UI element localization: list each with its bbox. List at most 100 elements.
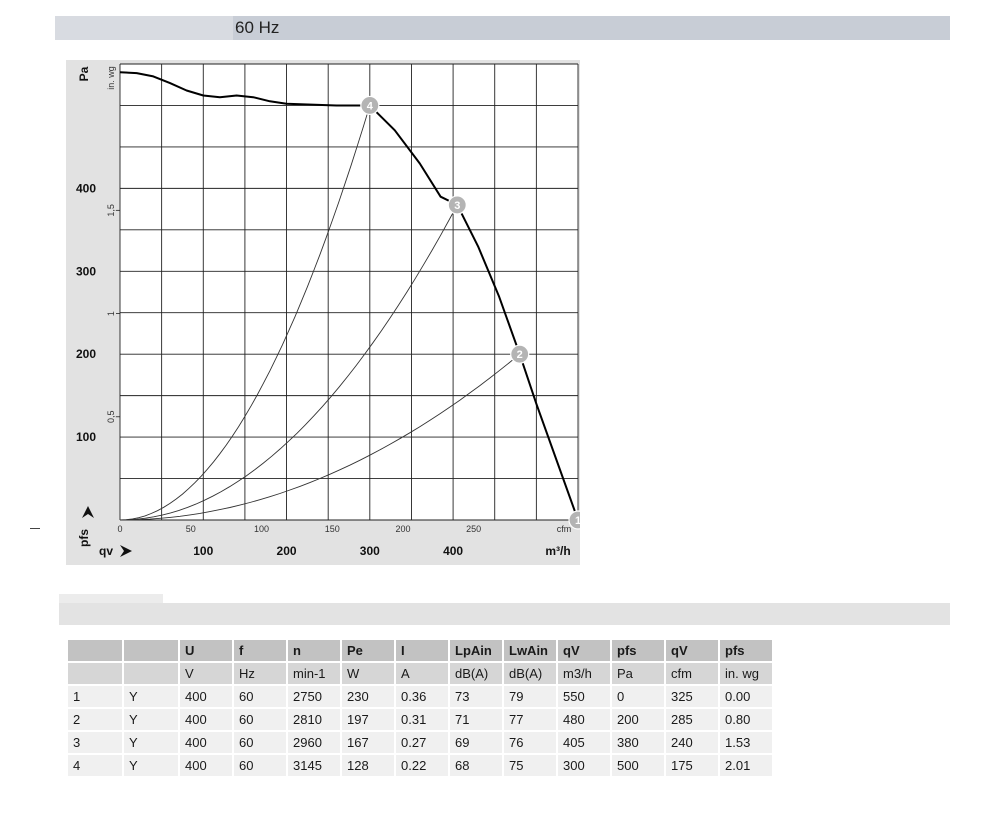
table-cell: 240 [666, 732, 718, 753]
table-cell: 0.27 [396, 732, 448, 753]
unit-cell: cfm [666, 663, 718, 684]
table-cell: 500 [612, 755, 664, 776]
operating-point-label: 1 [575, 515, 580, 527]
header-cell: pfs [612, 640, 664, 661]
table-cell: 230 [342, 686, 394, 707]
table-cell: 175 [666, 755, 718, 776]
unit-cell: m3/h [558, 663, 610, 684]
table-cell: 400 [180, 755, 232, 776]
table-unit-row: V Hz min-1 W A dB(A) dB(A) m3/h Pa cfm i… [68, 663, 772, 684]
table-cell: 69 [450, 732, 502, 753]
table-cell: Y [124, 755, 178, 776]
table-cell: 2750 [288, 686, 340, 707]
header-cell [124, 640, 178, 661]
x-axis-label-m3h: m³/h [545, 544, 570, 558]
table-cell: Y [124, 686, 178, 707]
x-tick-label-cfm: 50 [186, 524, 196, 534]
table-cell: 0.36 [396, 686, 448, 707]
unit-cell: W [342, 663, 394, 684]
header-cell: I [396, 640, 448, 661]
section-bar [59, 603, 950, 625]
table-cell: 1 [68, 686, 122, 707]
table-row: 3 Y 400 60 2960 167 0.27 69 76 405 380 240 1.53 [68, 732, 772, 753]
header-cell: f [234, 640, 286, 661]
table-cell: 300 [558, 755, 610, 776]
table-cell: 3 [68, 732, 122, 753]
table-cell: 128 [342, 755, 394, 776]
table-cell: 77 [504, 709, 556, 730]
table-cell: 400 [180, 686, 232, 707]
x-tick-label-cfm: 0 [117, 524, 122, 534]
header-bar [55, 16, 950, 40]
table-row: 4 Y 400 60 3145 128 0.22 68 75 300 500 175 2.01 [68, 755, 772, 776]
table-cell: 3145 [288, 755, 340, 776]
header-cell: LwAin [504, 640, 556, 661]
x-tick-label-m3h: 200 [277, 544, 297, 558]
y-tick-label-inwg: 1 [106, 311, 116, 316]
header-tab [55, 16, 233, 40]
table-cell: 400 [180, 709, 232, 730]
table-body: 1 Y 400 60 2750 230 0.36 73 79 550 0 325 0.00 2 Y 400 60… [68, 686, 772, 776]
operating-point-label: 2 [517, 349, 523, 361]
margin-mark [30, 528, 40, 529]
y-tick-label-pa: 100 [76, 430, 96, 444]
header-cell: Pe [342, 640, 394, 661]
table-cell: 167 [342, 732, 394, 753]
header-cell [68, 640, 122, 661]
table-cell: 68 [450, 755, 502, 776]
table-cell: 197 [342, 709, 394, 730]
fan-performance-chart: 100 200 300 400 Pa 0,5 1 1,5 in. wg pfs 0 50 100 150 2… [66, 60, 580, 565]
table-cell: 480 [558, 709, 610, 730]
x-tick-label-m3h: 400 [443, 544, 463, 558]
unit-cell: dB(A) [504, 663, 556, 684]
table-header-row: U f n Pe I LpAin LwAin qV pfs qV pfs [68, 640, 772, 661]
table-cell: 75 [504, 755, 556, 776]
unit-cell: dB(A) [450, 663, 502, 684]
y-axis-label-pa: Pa [77, 66, 91, 81]
table-cell: 76 [504, 732, 556, 753]
table-row: 2 Y 400 60 2810 197 0.31 71 77 480 200 285 0.80 [68, 709, 772, 730]
table-cell: 0.22 [396, 755, 448, 776]
operating-point-label: 3 [454, 200, 460, 212]
x-tick-label-cfm: 250 [466, 524, 481, 534]
plot-area [120, 64, 578, 520]
table-cell: 60 [234, 686, 286, 707]
table-cell: 380 [612, 732, 664, 753]
unit-cell: V [180, 663, 232, 684]
unit-cell: Pa [612, 663, 664, 684]
y-axis-label-inwg: in. wg [106, 66, 116, 90]
table-cell: 60 [234, 709, 286, 730]
header-cell: qV [558, 640, 610, 661]
y-tick-label-pa: 300 [76, 264, 96, 278]
table-cell: Y [124, 709, 178, 730]
table-cell: 325 [666, 686, 718, 707]
x-arrow-label: qv [99, 544, 113, 558]
table-cell: 2.01 [720, 755, 772, 776]
x-tick-label-m3h: 300 [360, 544, 380, 558]
table-cell: Y [124, 732, 178, 753]
header-cell: U [180, 640, 232, 661]
y-tick-label-pa: 200 [76, 347, 96, 361]
table-cell: 71 [450, 709, 502, 730]
table-cell: 4 [68, 755, 122, 776]
table-cell: 0.00 [720, 686, 772, 707]
table-cell: 285 [666, 709, 718, 730]
operating-point-label: 4 [367, 100, 374, 112]
table-cell: 550 [558, 686, 610, 707]
y-tick-label-inwg: 0,5 [106, 411, 116, 424]
table-cell: 200 [612, 709, 664, 730]
table-row: 1 Y 400 60 2750 230 0.36 73 79 550 0 325 0.00 [68, 686, 772, 707]
unit-cell: in. wg [720, 663, 772, 684]
header-cell: pfs [720, 640, 772, 661]
table-cell: 1.53 [720, 732, 772, 753]
table-cell: 2810 [288, 709, 340, 730]
table-cell: 60 [234, 732, 286, 753]
y-tick-label-pa: 400 [76, 181, 96, 195]
table-cell: 2 [68, 709, 122, 730]
table-cell: 2960 [288, 732, 340, 753]
table-cell: 0.80 [720, 709, 772, 730]
unit-cell: Hz [234, 663, 286, 684]
table-cell: 405 [558, 732, 610, 753]
page-title: 60 Hz [235, 18, 280, 37]
table-cell: 60 [234, 755, 286, 776]
